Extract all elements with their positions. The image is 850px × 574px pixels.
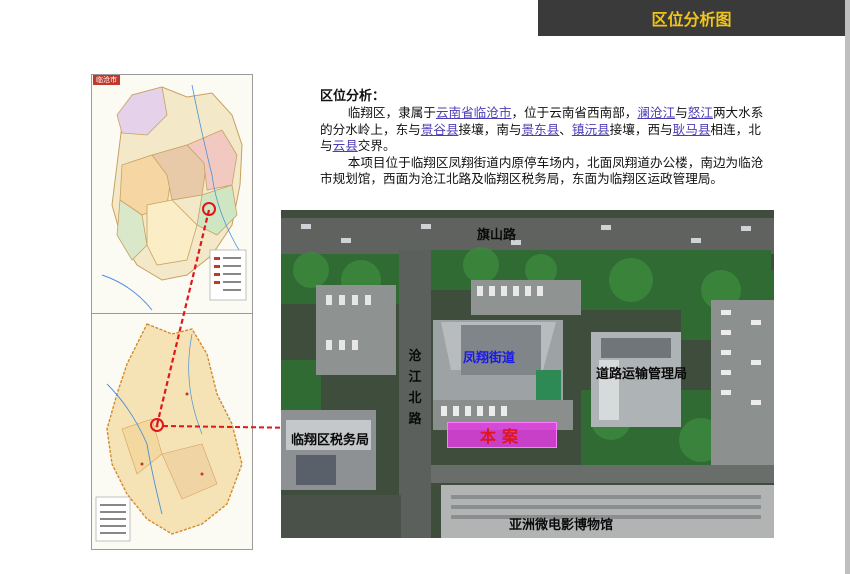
link-jingdong-county[interactable]: 景东县 [522, 122, 560, 137]
label-micro-film-museum: 亚洲微电影博物馆 [509, 518, 614, 533]
page-header-bar: 区位分析图 [538, 0, 845, 36]
city-map-drawing [92, 75, 252, 315]
link-yunnan-lincang[interactable]: 云南省临沧市 [436, 105, 512, 120]
county-location-map [91, 313, 253, 550]
cangjiang-char-4: 路 [408, 412, 422, 427]
page-title: 区位分析图 [651, 10, 732, 29]
para1-text-7: 接壤，西与 [609, 121, 673, 137]
aerial-site-photo: 旗山路 凤翔街道 道路运输管理局 临翔区税务局 亚洲微电影博物馆 沧 江 北 路… [281, 210, 774, 538]
city-location-map: 临沧市 [91, 74, 253, 316]
para1-text-3: 与 [675, 105, 688, 120]
link-jinggu-county[interactable]: 景谷县 [421, 122, 459, 137]
link-nu-river[interactable]: 怒江 [688, 105, 713, 120]
city-map-tag: 临沧市 [93, 75, 120, 85]
cangjiang-char-3: 北 [408, 391, 422, 406]
analysis-heading: 区位分析： [320, 89, 386, 104]
right-edge-strip [845, 0, 850, 574]
analysis-text-block: 区位分析： 临翔区，隶属于云南省临沧市，位于云南省西南部，澜沧江与怒江两大水系的… [320, 88, 770, 188]
label-cangjiang-north-road: 沧 江 北 路 [406, 346, 424, 430]
link-zhenyuan-county[interactable]: 镇沅县 [572, 122, 610, 137]
project-site-label: 本案 [479, 427, 524, 446]
label-road-transport-bureau: 道路运输管理局 [596, 367, 688, 382]
aerial-photo-drawing [281, 210, 774, 538]
label-qishan-road: 旗山路 [477, 228, 517, 243]
link-yun-county[interactable]: 云县 [333, 138, 358, 153]
analysis-paragraph-2: 本项目位于临翔区凤翔街道内原停车场内，北面凤翔道办公楼，南边为临沧市规划馆，西面… [320, 154, 764, 187]
link-gengma-county[interactable]: 耿马县 [673, 122, 711, 137]
label-fengxiang-street: 凤翔街道 [463, 351, 516, 366]
project-site-marker: 本案 [447, 422, 557, 448]
para1-text-6: 、 [559, 121, 572, 137]
para1-text-1: 临翔区，隶属于 [347, 105, 436, 120]
link-lancang-river[interactable]: 澜沧江 [637, 105, 675, 120]
county-map-drawing [92, 314, 252, 549]
para1-text-5: 接壤，南与 [458, 121, 522, 137]
label-tax-bureau: 临翔区税务局 [291, 433, 370, 448]
para1-text-2: ，位于云南省西南部， [511, 105, 638, 120]
cangjiang-char-1: 沧 [408, 349, 422, 364]
analysis-paragraph-1: 临翔区，隶属于云南省临沧市，位于云南省西南部，澜沧江与怒江两大水系的分水岭上，东… [320, 105, 770, 155]
cangjiang-char-2: 江 [408, 370, 422, 385]
para1-text-9: 交界。 [357, 138, 396, 154]
